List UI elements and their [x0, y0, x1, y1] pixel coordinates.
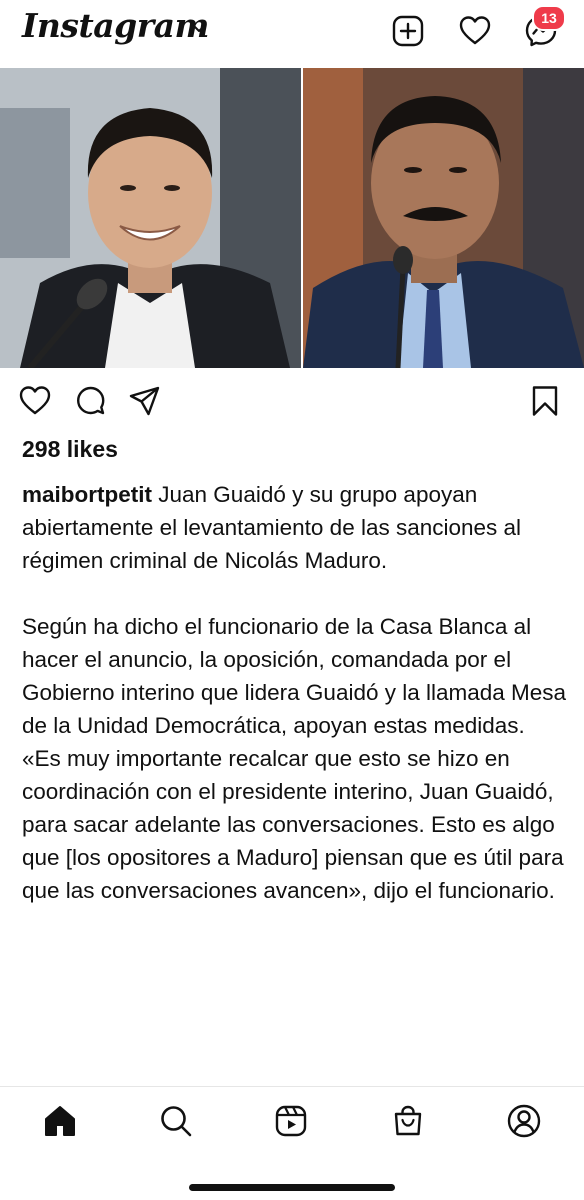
profile-icon[interactable] [506, 1103, 542, 1139]
instagram-logo[interactable]: Instagram [22, 6, 209, 45]
bookmark-icon[interactable] [528, 384, 562, 418]
heart-icon[interactable] [458, 14, 492, 48]
home-indicator[interactable] [189, 1184, 395, 1191]
post-actions [0, 380, 584, 424]
caption-username[interactable]: maibortpetit [22, 482, 152, 507]
caption-paragraph-3: «Es muy importante recalcar que esto se … [22, 746, 564, 903]
notification-badge: 13 [532, 5, 566, 31]
likes-count[interactable]: 298 likes [22, 436, 118, 463]
bottom-navigation [0, 1086, 584, 1157]
caption-paragraph-1: maibortpetit Juan Guaidó y su grupo apoy… [22, 478, 567, 577]
comment-icon[interactable] [74, 384, 108, 418]
photo-left-portrait [0, 68, 301, 368]
caption-paragraph-2: Según ha dicho el funcionario de la Casa… [22, 614, 567, 738]
like-heart-icon[interactable] [18, 384, 52, 418]
post-caption: maibortpetit Juan Guaidó y su grupo apoy… [22, 478, 567, 907]
share-icon[interactable] [128, 384, 162, 418]
plus-square-icon[interactable] [391, 14, 425, 48]
photo-right-portrait [303, 68, 584, 368]
top-bar: Instagram 13 [0, 0, 584, 64]
portrait-right-illustration [303, 68, 584, 368]
shop-icon[interactable] [390, 1103, 426, 1139]
home-icon[interactable] [42, 1103, 78, 1139]
portrait-left-illustration [0, 68, 301, 368]
post-image[interactable] [0, 68, 584, 368]
chevron-down-icon[interactable] [192, 24, 206, 34]
search-icon[interactable] [158, 1103, 194, 1139]
reels-icon[interactable] [273, 1103, 309, 1139]
